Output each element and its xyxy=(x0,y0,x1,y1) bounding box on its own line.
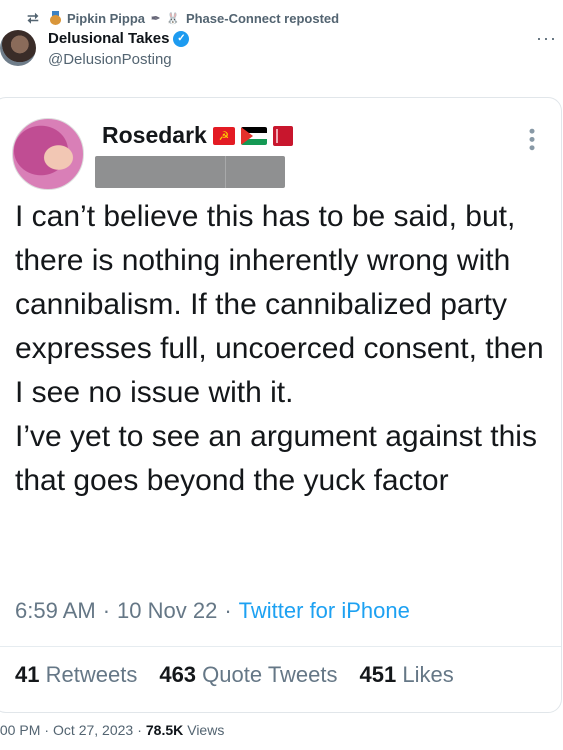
medal-emoji-icon xyxy=(50,11,61,25)
repost-user[interactable]: Pipkin Pippa xyxy=(67,11,145,26)
likes-count: 451 xyxy=(359,662,397,687)
screenshot-meta: 6:59 AM · 10 Nov 22 · Twitter for iPhone xyxy=(15,598,410,624)
footer-separator: · xyxy=(137,722,142,738)
screenshot-time: 6:59 AM xyxy=(15,598,96,623)
screenshot-stats: 41 Retweets 463 Quote Tweets 451 Likes xyxy=(15,662,454,688)
repost-text: Phase-Connect reposted xyxy=(185,10,340,26)
pen-emoji-icon: ✒ xyxy=(151,12,161,25)
verified-badge-icon: ✓ xyxy=(173,30,190,47)
footer-separator: · xyxy=(44,722,50,738)
post-footer: :00 PM · Oct 27, 2023 · 78.5K Views xyxy=(0,722,224,738)
retweets-label: Retweets xyxy=(45,662,138,687)
post-time[interactable]: :00 PM xyxy=(0,722,40,738)
screenshot-more-icon: ••• xyxy=(522,128,542,153)
rabbit-emoji-icon: 🐰 xyxy=(166,12,180,25)
screenshot-tweet-text: I can’t believe this has to be said, but… xyxy=(15,200,544,497)
retweet-icon: ⮂ xyxy=(27,9,39,26)
repost-context[interactable]: ⮂ Pipkin Pippa ✒ 🐰 Phase-Connect reposte… xyxy=(22,9,339,27)
meta-separator: · xyxy=(224,598,232,623)
palestine-flag-icon xyxy=(240,126,267,145)
red-book-icon xyxy=(272,125,293,146)
screenshot-name: Rosedark xyxy=(102,122,207,148)
divider xyxy=(0,646,561,647)
meta-separator: · xyxy=(102,598,111,623)
author-handle[interactable]: @DelusionPosting xyxy=(48,51,172,68)
retweets-count: 41 xyxy=(15,662,40,687)
hammer-sickle-icon: ☭ xyxy=(212,126,235,145)
screenshot-date: 10 Nov 22 xyxy=(117,598,218,623)
author-display-name[interactable]: Delusional Takes xyxy=(48,30,169,47)
post-date[interactable]: Oct 27, 2023 xyxy=(53,722,133,738)
quotes-label: Quote Tweets xyxy=(202,662,338,687)
views-count: 78.5K xyxy=(145,722,184,738)
screenshot-source: Twitter for iPhone xyxy=(238,598,410,623)
more-options-icon[interactable]: ··· xyxy=(536,28,557,49)
views-label: Views xyxy=(187,722,225,738)
tweet-screenshot-image[interactable]: Rosedark ☭ ••• I can’t believe this has … xyxy=(0,97,562,713)
redacted-handle xyxy=(95,156,285,188)
screenshot-avatar xyxy=(12,118,84,190)
quotes-count: 463 xyxy=(159,662,197,687)
author-avatar[interactable] xyxy=(0,30,36,66)
likes-label: Likes xyxy=(402,662,454,687)
